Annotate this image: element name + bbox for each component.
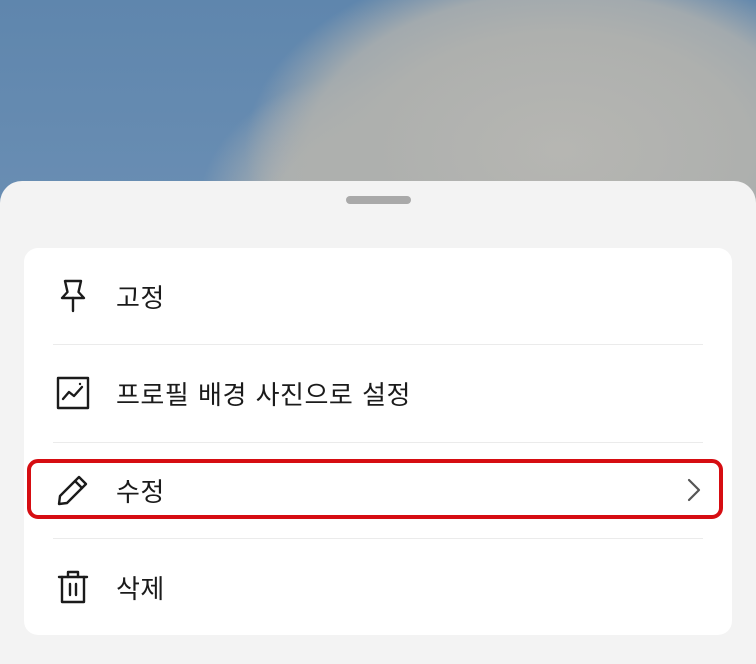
pin-menu-item[interactable]: 고정: [24, 248, 732, 344]
drag-handle[interactable]: [346, 196, 411, 204]
edit-menu-item[interactable]: 수정: [24, 442, 732, 538]
pencil-icon: [55, 472, 91, 508]
set-profile-background-label: 프로필 배경 사진으로 설정: [116, 380, 411, 411]
pin-label: 고정: [116, 283, 165, 314]
pin-icon: [55, 278, 91, 314]
bottom-sheet: 고정 프로필 배경 사진으로 설정 수정 삭제: [0, 181, 756, 664]
trash-icon: [55, 569, 91, 605]
image-icon: [55, 375, 91, 411]
edit-label: 수정: [116, 477, 165, 508]
delete-label: 삭제: [116, 574, 165, 605]
delete-menu-item[interactable]: 삭제: [24, 539, 732, 635]
set-profile-background-menu-item[interactable]: 프로필 배경 사진으로 설정: [24, 345, 732, 441]
chevron-right-icon: [684, 475, 704, 505]
menu-card: 고정 프로필 배경 사진으로 설정 수정 삭제: [24, 248, 732, 635]
